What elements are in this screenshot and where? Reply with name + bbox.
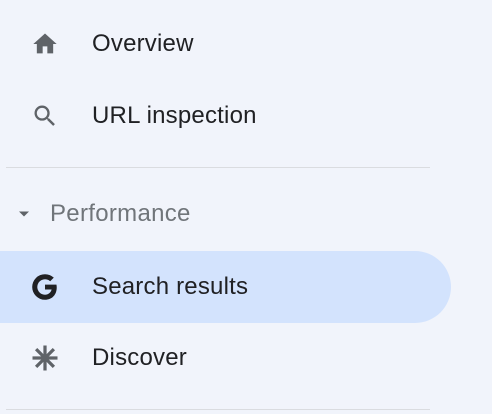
- section-divider-bottom: [6, 409, 430, 410]
- nav-item-search-results[interactable]: Search results: [0, 251, 451, 323]
- performance-section-label: Performance: [50, 200, 191, 227]
- nav-item-url-inspection[interactable]: URL inspection: [0, 80, 451, 152]
- nav-item-overview[interactable]: Overview: [0, 8, 451, 80]
- performance-section-toggle[interactable]: Performance: [0, 180, 451, 248]
- nav-item-label: URL inspection: [92, 102, 257, 129]
- google-g-icon: [28, 270, 62, 304]
- caret-down-icon: [14, 204, 34, 224]
- section-divider: [6, 167, 430, 168]
- nav-item-label: Search results: [92, 273, 249, 300]
- sidebar-nav: Overview URL inspection Performance Sear…: [0, 0, 492, 414]
- nav-item-label: Discover: [92, 344, 187, 371]
- discover-asterisk-icon: [28, 341, 62, 375]
- home-icon: [28, 27, 62, 61]
- nav-item-label: Overview: [92, 30, 194, 57]
- nav-item-discover[interactable]: Discover: [0, 322, 451, 394]
- search-icon: [28, 99, 62, 133]
